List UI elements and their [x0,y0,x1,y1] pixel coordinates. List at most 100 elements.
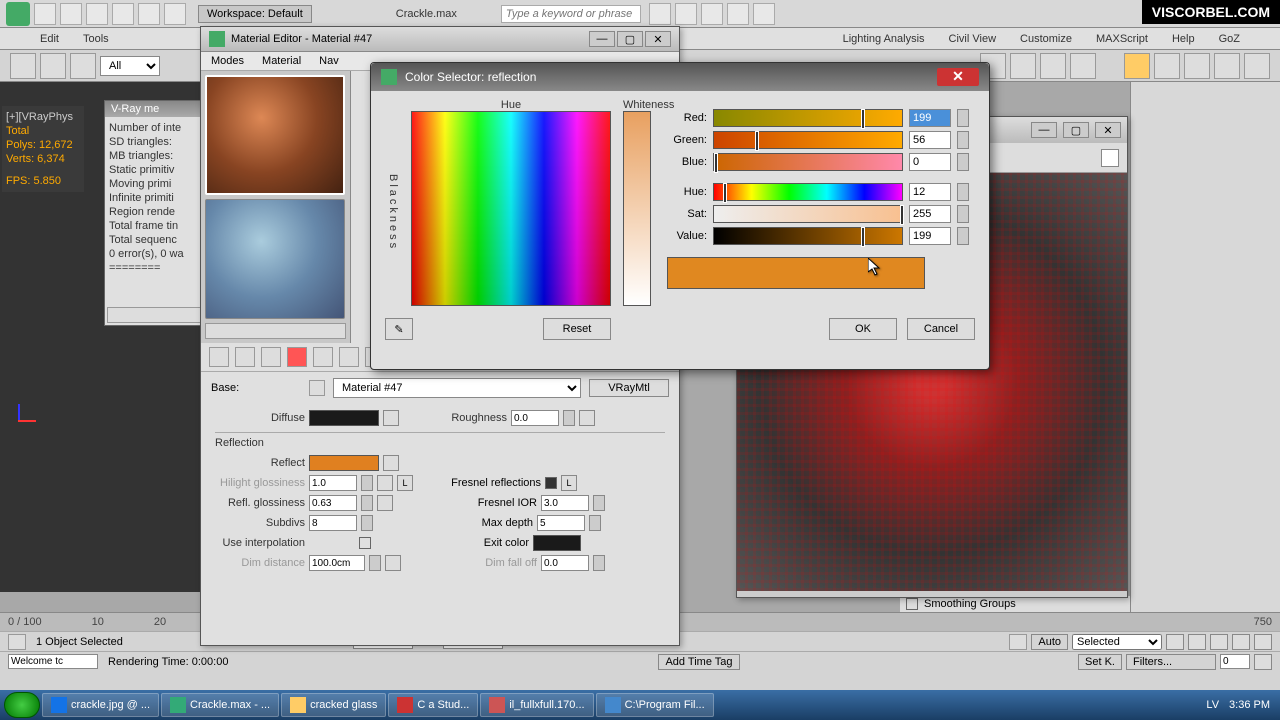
close-button[interactable]: ✕ [645,31,671,47]
dim-distance-map-button[interactable] [385,555,401,571]
taskbar-item-camtasia[interactable]: C a Stud... [388,693,478,717]
open-file-icon[interactable] [60,3,82,25]
help-icon[interactable] [753,3,775,25]
vray-messages-title[interactable]: V-Ray me [105,101,203,117]
auto-key-button[interactable]: Auto [1031,634,1068,650]
taskbar-item-vray[interactable]: C:\Program Fil... [596,693,714,717]
dim-distance-input[interactable] [309,555,365,571]
red-spinner[interactable] [957,109,969,127]
hilight-gloss-spinner[interactable] [361,475,373,491]
save-file-icon[interactable] [86,3,108,25]
render-channel-swatch[interactable] [1101,149,1119,167]
menu-help[interactable]: Help [1172,33,1195,45]
vray-tool-1-icon[interactable] [1124,53,1150,79]
goto-start-icon[interactable] [1166,634,1184,650]
refl-gloss-map-button[interactable] [377,495,393,511]
taskbar-item-explorer[interactable]: cracked glass [281,693,386,717]
key-filters-button[interactable]: Filters... [1126,654,1216,670]
make-unique-icon[interactable] [339,347,359,367]
tray-lang[interactable]: LV [1206,699,1219,711]
render-last-icon[interactable] [1070,53,1096,79]
current-frame-input[interactable] [1220,654,1250,669]
hue-spinner[interactable] [957,183,969,201]
reflect-map-button[interactable] [383,455,399,471]
mat-menu-modes[interactable]: Modes [211,55,244,67]
ok-button[interactable]: OK [829,318,897,340]
render-close-button[interactable]: ✕ [1095,122,1121,138]
hue-slider[interactable] [713,183,903,201]
blue-input[interactable] [909,153,951,171]
refl-gloss-spinner[interactable] [361,495,373,511]
next-frame-icon[interactable] [1232,634,1250,650]
render-minimize-button[interactable]: — [1031,122,1057,138]
roughness-spinner[interactable] [563,410,575,426]
vray-messages-scrollbar[interactable] [107,307,201,323]
hilight-gloss-input[interactable] [309,475,357,491]
undo-icon[interactable] [112,3,134,25]
fresnel-checkbox[interactable] [545,477,557,489]
render-maximize-button[interactable]: ▢ [1063,122,1089,138]
fresnel-lock-button[interactable]: L [561,475,577,491]
diffuse-swatch[interactable] [309,410,379,426]
reset-map-icon[interactable] [287,347,307,367]
value-slider[interactable] [713,227,903,245]
link-icon[interactable] [164,3,186,25]
green-slider[interactable] [713,131,903,149]
key-filter-selector[interactable]: Selected [1072,634,1162,650]
get-material-icon[interactable] [209,347,229,367]
menu-edit[interactable]: Edit [40,33,59,45]
workspace-selector[interactable]: Workspace: Default [198,5,312,23]
mat-menu-material[interactable]: Material [262,55,301,67]
diffuse-map-button[interactable] [383,410,399,426]
material-type-button[interactable]: VRayMtl [589,379,669,397]
material-sample-1[interactable] [205,75,345,195]
app-icon-3ds[interactable] [6,2,30,26]
color-selector-dialog[interactable]: Color Selector: reflection ✕ Blackness H… [370,62,990,370]
menu-lighting[interactable]: Lighting Analysis [843,33,925,45]
hilight-lock-button[interactable]: L [397,475,413,491]
menu-civil[interactable]: Civil View [949,33,996,45]
sat-slider[interactable] [713,205,903,223]
blue-spinner[interactable] [957,153,969,171]
maxscript-mini-listener[interactable] [8,654,98,669]
make-copy-icon[interactable] [313,347,333,367]
filter-selector[interactable]: All [100,56,160,76]
reset-button[interactable]: Reset [543,318,611,340]
max-depth-input[interactable] [537,515,585,531]
reflect-swatch[interactable] [309,455,379,471]
roughness-map-button[interactable] [579,410,595,426]
red-slider[interactable] [713,109,903,127]
subdivs-input[interactable] [309,515,357,531]
fresnel-ior-input[interactable] [541,495,589,511]
vray-tool-5-icon[interactable] [1244,53,1270,79]
pick-material-icon[interactable] [309,380,325,396]
assign-material-icon[interactable] [261,347,281,367]
play-icon[interactable] [1210,634,1228,650]
dim-distance-spinner[interactable] [369,555,381,571]
vray-tool-2-icon[interactable] [1154,53,1180,79]
redo-icon[interactable] [138,3,160,25]
goto-end-icon[interactable] [1254,634,1272,650]
material-name-selector[interactable]: Material #47 [333,378,581,398]
color-selector-titlebar[interactable]: Color Selector: reflection ✕ [371,63,989,91]
keymode-icon[interactable] [1009,634,1027,650]
menu-tools[interactable]: Tools [83,33,109,45]
menu-goz[interactable]: GoZ [1219,33,1240,45]
material-editor-titlebar[interactable]: Material Editor - Material #47 — ▢ ✕ [201,27,679,52]
put-to-scene-icon[interactable] [235,347,255,367]
favorites-icon[interactable] [727,3,749,25]
green-spinner[interactable] [957,131,969,149]
value-spinner[interactable] [957,227,969,245]
subdivs-spinner[interactable] [361,515,373,531]
vray-tool-4-icon[interactable] [1214,53,1240,79]
menu-maxscript[interactable]: MAXScript [1096,33,1148,45]
material-sample-2[interactable] [205,199,345,319]
unlink-icon[interactable] [40,53,66,79]
start-button[interactable] [4,692,40,718]
smoothing-checkbox[interactable] [906,598,918,610]
menu-customize[interactable]: Customize [1020,33,1072,45]
sat-input[interactable] [909,205,951,223]
new-file-icon[interactable] [34,3,56,25]
add-time-tag-button[interactable]: Add Time Tag [658,654,739,670]
taskbar-item-3dsmax[interactable]: Crackle.max - ... [161,693,279,717]
